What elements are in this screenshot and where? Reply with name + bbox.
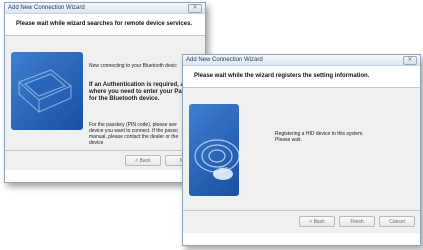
cancel-button[interactable]: Cancel: [379, 216, 415, 227]
auth-text-line2: where you need to enter your Pa: [89, 89, 182, 95]
close-button[interactable]: ✕: [188, 4, 202, 13]
window-title: Add New Connection Wizard: [186, 57, 263, 63]
title-bar: Add New Connection Wizard ✕: [183, 55, 420, 66]
back-button[interactable]: < Back: [299, 216, 335, 227]
wizard-window-back: Add New Connection Wizard ✕ Please wait …: [4, 2, 206, 183]
status-text-line2: Please wait.: [275, 137, 302, 143]
wizard-header: Please wait while wizard searches for re…: [5, 14, 205, 36]
close-button[interactable]: ✕: [403, 56, 417, 65]
title-bar: Add New Connection Wizard ✕: [5, 3, 205, 14]
auth-text-line3: for the Bluetooth device.: [89, 96, 160, 102]
wizard-body: Registering a HID device to this system.…: [183, 88, 420, 233]
laptop-illustration-icon: [11, 52, 83, 130]
footer-divider: [5, 150, 205, 151]
auth-text-line1: If an Authentication is required, a: [89, 82, 184, 88]
finish-button[interactable]: Finish: [339, 216, 375, 227]
wizard-window-front: Add New Connection Wizard ✕ Please wait …: [182, 54, 421, 246]
wizard-header: Please wait while the wizard registers t…: [183, 66, 420, 88]
passkey-text-line4: device: [89, 140, 104, 146]
mouse-illustration-icon: [189, 104, 239, 196]
close-icon: ✕: [407, 57, 413, 63]
wizard-body: Now connecting to your Bluetooth devic I…: [5, 36, 205, 170]
close-icon: ✕: [192, 5, 198, 11]
back-button[interactable]: < Back: [125, 155, 161, 166]
footer-divider: [183, 210, 420, 211]
window-title: Add New Connection Wizard: [8, 5, 85, 11]
connecting-text: Now connecting to your Bluetooth devic: [89, 63, 177, 69]
